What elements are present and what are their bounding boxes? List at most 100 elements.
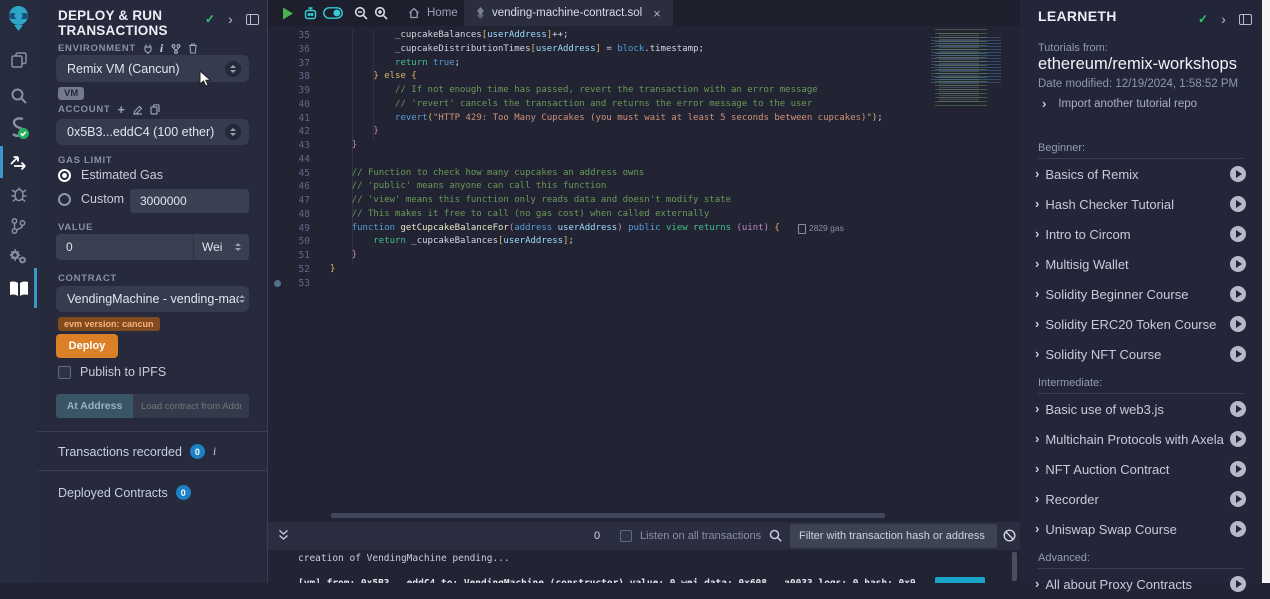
contract-select[interactable]: VendingMachine - vending-machin <box>56 286 249 312</box>
play-tutorial-button[interactable] <box>1230 576 1246 592</box>
editor-horizontal-scrollbar[interactable] <box>331 513 885 518</box>
transactions-info-icon[interactable]: i <box>213 444 216 459</box>
git-icon[interactable] <box>0 210 37 242</box>
play-tutorial-button[interactable] <box>1230 316 1246 332</box>
tutorial-item[interactable]: ›Uniswap Swap Course <box>1020 514 1262 544</box>
plug-icon[interactable] <box>143 44 153 54</box>
listen-all-transactions-option[interactable]: Listen on all transactions <box>620 530 761 542</box>
play-tutorial-button[interactable] <box>1230 256 1246 272</box>
play-tutorial-button[interactable] <box>1230 461 1246 477</box>
plugin-manager-icon[interactable] <box>0 240 37 272</box>
search-icon[interactable] <box>0 80 37 112</box>
play-tutorial-button[interactable] <box>1230 431 1246 447</box>
listen-checkbox[interactable] <box>620 530 632 542</box>
tutorial-item[interactable]: ›Basic use of web3.js <box>1020 394 1262 424</box>
deploy-button[interactable]: Deploy <box>56 334 118 358</box>
terminal-scrollbar[interactable] <box>1012 552 1017 581</box>
code-line-52[interactable]: 52} <box>268 263 1020 277</box>
code-line-46[interactable]: 46 // 'public' means anyone can call thi… <box>268 180 1020 194</box>
debug-button[interactable] <box>935 577 985 583</box>
play-tutorial-button[interactable] <box>1230 401 1246 417</box>
code-line-49[interactable]: 49 function getCupcakeBalanceFor(address… <box>268 222 1020 236</box>
code-line-37[interactable]: 37 return true; <box>268 57 1020 71</box>
learneth-pin-icon[interactable] <box>1239 14 1252 25</box>
terminal-expand-icon[interactable] <box>275 522 291 548</box>
publish-ipfs-option[interactable]: Publish to IPFS <box>58 365 166 379</box>
trash-icon[interactable] <box>188 43 198 54</box>
editor-minimap[interactable] <box>925 29 1012 107</box>
solidity-compiler-icon[interactable] <box>0 112 37 144</box>
sign-message-icon[interactable] <box>133 105 143 115</box>
at-address-input[interactable] <box>133 394 249 418</box>
code-line-39[interactable]: 39 // If not enough time has passed, rev… <box>268 84 1020 98</box>
tutorial-item[interactable]: ›Solidity Beginner Course <box>1020 279 1262 309</box>
add-account-icon[interactable]: + <box>117 105 125 114</box>
code-line-36[interactable]: 36 _cupcakeDistributionTimes[userAddress… <box>268 43 1020 57</box>
code-line-38[interactable]: 38 } else { <box>268 70 1020 84</box>
terminal-search-icon[interactable] <box>766 522 784 548</box>
file-explorer-icon[interactable] <box>0 44 37 76</box>
tutorial-item[interactable]: ›Hash Checker Tutorial <box>1020 189 1262 219</box>
play-tutorial-button[interactable] <box>1230 196 1246 212</box>
tutorial-item[interactable]: ›Multichain Protocols with Axelar <box>1020 424 1262 454</box>
close-tab-icon[interactable]: × <box>653 6 661 21</box>
code-line-48[interactable]: 48 // This makes it free to call (no gas… <box>268 208 1020 222</box>
estimated-gas-option[interactable]: Estimated Gas <box>58 168 163 182</box>
environment-select[interactable]: Remix VM (Cancun) <box>56 55 249 82</box>
learneth-scrollbar-track[interactable] <box>1262 0 1270 583</box>
at-address-button[interactable]: At Address <box>56 394 133 418</box>
custom-gas-radio[interactable] <box>58 193 71 206</box>
code-line-43[interactable]: 43 } <box>268 139 1020 153</box>
tab-home[interactable]: Home <box>396 0 470 26</box>
copy-account-icon[interactable] <box>150 104 160 115</box>
play-tutorial-button[interactable] <box>1230 346 1246 362</box>
import-tutorial-repo[interactable]: › Import another tutorial repo <box>1042 98 1197 110</box>
run-script-icon[interactable] <box>280 0 296 26</box>
environment-select-stepper[interactable] <box>225 61 241 77</box>
estimated-gas-radio[interactable] <box>58 169 71 182</box>
value-input[interactable] <box>56 234 193 260</box>
code-line-45[interactable]: 45 // Function to check how many cupcake… <box>268 167 1020 181</box>
play-tutorial-button[interactable] <box>1230 166 1246 182</box>
code-editor[interactable]: 35 _cupcakeBalances[userAddress]++;36 _c… <box>268 26 1020 513</box>
copilot-toggle-icon[interactable] <box>321 0 345 26</box>
play-tutorial-button[interactable] <box>1230 491 1246 507</box>
custom-gas-option[interactable]: Custom <box>58 192 124 206</box>
panel-pin-icon[interactable] <box>246 14 259 25</box>
environment-info-icon[interactable]: i <box>160 41 164 56</box>
code-line-47[interactable]: 47 // 'view' means this function only re… <box>268 194 1020 208</box>
play-tutorial-button[interactable] <box>1230 286 1246 302</box>
custom-gas-input[interactable] <box>130 189 249 213</box>
remix-logo-icon[interactable] <box>0 2 37 34</box>
publish-ipfs-checkbox[interactable] <box>58 366 71 379</box>
tutorial-item[interactable]: ›NFT Auction Contract <box>1020 454 1262 484</box>
tutorial-item[interactable]: ›Recorder <box>1020 484 1262 514</box>
code-line-51[interactable]: 51 } <box>268 249 1020 263</box>
code-line-40[interactable]: 40 // 'revert' cancels the transaction a… <box>268 98 1020 112</box>
learneth-book-icon[interactable] <box>0 272 37 304</box>
panel-expand-icon[interactable]: › <box>228 14 233 24</box>
ai-copilot-icon[interactable] <box>301 0 319 26</box>
tutorial-item[interactable]: ›All about Proxy Contracts <box>1020 569 1262 599</box>
clear-console-icon[interactable] <box>1001 522 1017 548</box>
deploy-run-icon[interactable] <box>0 146 37 178</box>
zoom-in-icon[interactable] <box>372 0 390 26</box>
debugger-icon[interactable] <box>0 178 37 210</box>
fork-environment-icon[interactable] <box>171 44 181 54</box>
zoom-out-icon[interactable] <box>352 0 370 26</box>
code-line-42[interactable]: 42 } <box>268 125 1020 139</box>
code-line-53[interactable]: 53 <box>268 277 1020 291</box>
tab-file-active[interactable]: vending-machine-contract.sol × <box>464 0 673 26</box>
code-line-41[interactable]: 41 revert("HTTP 429: Too Many Cupcakes (… <box>268 112 1020 126</box>
terminal-output[interactable]: creation of VendingMachine pending... [v… <box>268 550 1020 583</box>
code-line-44[interactable]: 44 <box>268 153 1020 167</box>
tutorial-item[interactable]: ›Basics of Remix <box>1020 159 1262 189</box>
tutorial-item[interactable]: ›Multisig Wallet <box>1020 249 1262 279</box>
code-line-35[interactable]: 35 _cupcakeBalances[userAddress]++; <box>268 29 1020 43</box>
code-line-50[interactable]: 50 return _cupcakeBalances[userAddress]; <box>268 235 1020 249</box>
learneth-expand-icon[interactable]: › <box>1221 14 1226 24</box>
account-select-stepper[interactable] <box>225 124 241 140</box>
play-tutorial-button[interactable] <box>1230 521 1246 537</box>
tutorial-item[interactable]: ›Solidity ERC20 Token Course <box>1020 309 1262 339</box>
play-tutorial-button[interactable] <box>1230 226 1246 242</box>
